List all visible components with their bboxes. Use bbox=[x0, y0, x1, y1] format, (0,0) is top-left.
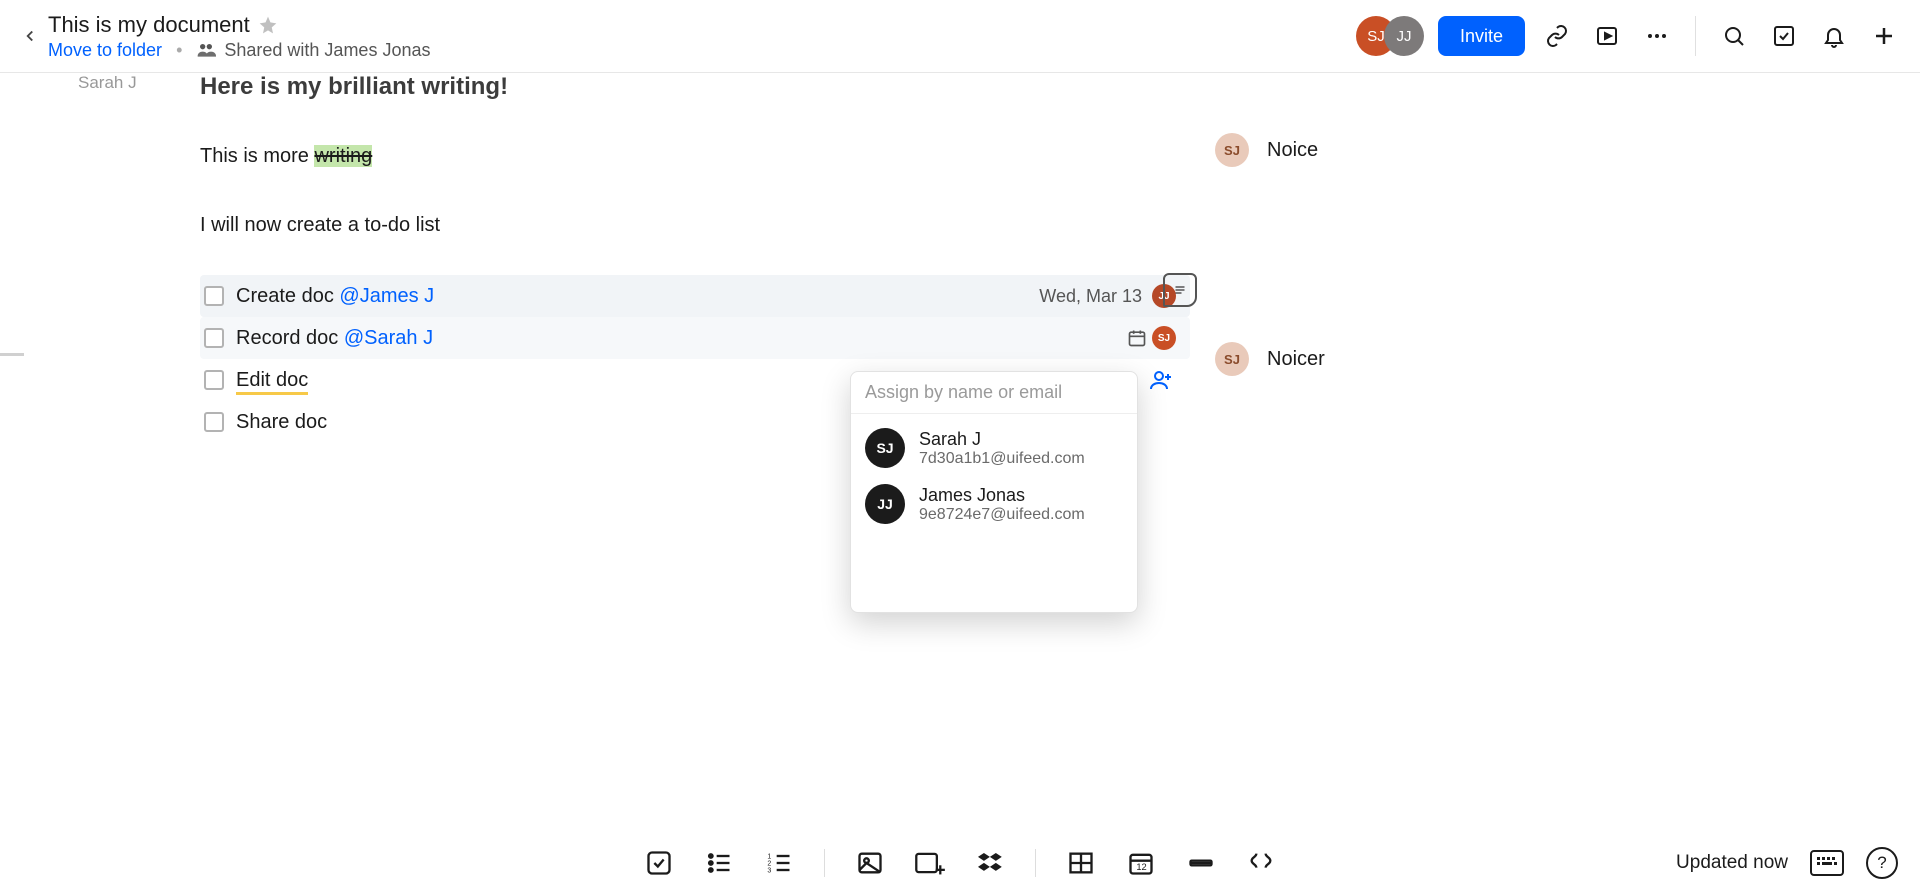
add-comment-icon[interactable] bbox=[1163, 273, 1197, 307]
checklist-icon[interactable] bbox=[642, 846, 676, 880]
assign-search[interactable] bbox=[851, 372, 1137, 414]
help-icon[interactable]: ? bbox=[1866, 847, 1898, 879]
insert-block-icon[interactable] bbox=[913, 846, 947, 880]
assign-person-icon[interactable] bbox=[1146, 365, 1176, 395]
avatar[interactable]: JJ bbox=[1384, 16, 1424, 56]
content-heading[interactable]: Here is my brilliant writing! bbox=[200, 73, 1190, 101]
footer-right: Updated now ? bbox=[1676, 847, 1898, 879]
assignee-avatar[interactable]: SJ bbox=[1152, 326, 1176, 350]
left-rail: Sarah J bbox=[0, 73, 180, 93]
header-actions: SJ JJ Invite bbox=[1356, 16, 1902, 56]
section-marker bbox=[0, 353, 24, 356]
svg-text:3: 3 bbox=[767, 867, 771, 874]
comment[interactable]: SJ Noicer bbox=[1215, 342, 1325, 376]
checkbox[interactable] bbox=[204, 370, 224, 390]
suggestion-avatar: SJ bbox=[865, 428, 905, 468]
todo-text[interactable]: Share doc bbox=[236, 411, 327, 434]
checkbox[interactable] bbox=[204, 412, 224, 432]
paragraph[interactable]: This is more writing bbox=[200, 145, 1190, 168]
mention-link[interactable]: @James J bbox=[339, 285, 434, 307]
todo-item[interactable]: Record doc @Sarah J SJ bbox=[200, 317, 1190, 359]
assign-suggestion[interactable]: JJ James Jonas 9e8724e7@uifeed.com bbox=[851, 476, 1137, 532]
comment-text: Noice bbox=[1267, 139, 1318, 162]
copy-link-icon[interactable] bbox=[1539, 18, 1575, 54]
presence-avatars[interactable]: SJ JJ bbox=[1356, 16, 1424, 56]
mention-link[interactable]: @Sarah J bbox=[344, 327, 433, 349]
checkbox[interactable] bbox=[204, 328, 224, 348]
assign-suggestions: SJ Sarah J 7d30a1b1@uifeed.com JJ James … bbox=[851, 414, 1137, 612]
header: This is my document Move to folder • Sha… bbox=[0, 0, 1920, 73]
checkbox[interactable] bbox=[204, 286, 224, 306]
shared-with-label[interactable]: Shared with James Jonas bbox=[196, 40, 430, 61]
toolbar-separator bbox=[1035, 849, 1036, 877]
title-block: This is my document Move to folder • Sha… bbox=[48, 12, 430, 61]
numbered-list-icon[interactable]: 123 bbox=[762, 846, 796, 880]
body: Sarah J Here is my brilliant writing! Th… bbox=[0, 73, 1920, 896]
table-icon[interactable] bbox=[1064, 846, 1098, 880]
highlighted-strikethrough-text[interactable]: writing bbox=[314, 145, 372, 167]
comment-text: Noicer bbox=[1267, 348, 1325, 371]
comment[interactable]: SJ Noice bbox=[1215, 133, 1325, 167]
svg-text:1: 1 bbox=[767, 853, 771, 860]
suggestion-avatar: JJ bbox=[865, 484, 905, 524]
present-icon[interactable] bbox=[1589, 18, 1625, 54]
todo-item[interactable]: Create doc @James J Wed, Mar 13 JJ bbox=[200, 275, 1190, 317]
assign-popover: SJ Sarah J 7d30a1b1@uifeed.com JJ James … bbox=[850, 371, 1138, 613]
comment-avatar: SJ bbox=[1215, 133, 1249, 167]
svg-text:12: 12 bbox=[1136, 862, 1146, 872]
bullet-list-icon[interactable] bbox=[702, 846, 736, 880]
suggestion-name: James Jonas bbox=[919, 485, 1085, 506]
paragraph[interactable]: I will now create a to-do list bbox=[200, 214, 1190, 237]
divider-icon[interactable] bbox=[1184, 846, 1218, 880]
more-icon[interactable] bbox=[1639, 18, 1675, 54]
invite-button[interactable]: Invite bbox=[1438, 16, 1525, 56]
due-date[interactable]: Wed, Mar 13 bbox=[1039, 286, 1142, 307]
move-to-folder-link[interactable]: Move to folder bbox=[48, 40, 162, 61]
suggestion-email: 7d30a1b1@uifeed.com bbox=[919, 450, 1085, 468]
updated-status: Updated now bbox=[1676, 852, 1788, 874]
back-button[interactable] bbox=[18, 24, 42, 48]
code-block-icon[interactable] bbox=[1244, 846, 1278, 880]
suggestion-name: Sarah J bbox=[919, 429, 1085, 450]
star-icon[interactable] bbox=[258, 15, 278, 35]
paragraph-text: This is more bbox=[200, 145, 314, 167]
toolbar-separator bbox=[824, 849, 825, 877]
todo-text[interactable]: Create doc @James J bbox=[236, 285, 434, 308]
calendar-icon[interactable] bbox=[1122, 323, 1152, 353]
todo-text[interactable]: Edit doc bbox=[236, 369, 308, 392]
keyboard-shortcuts-icon[interactable] bbox=[1810, 850, 1844, 876]
assign-suggestion[interactable]: SJ Sarah J 7d30a1b1@uifeed.com bbox=[851, 420, 1137, 476]
comments-panel: SJ Noice SJ Noicer bbox=[1215, 133, 1325, 551]
people-icon bbox=[196, 40, 216, 60]
suggestion-email: 9e8724e7@uifeed.com bbox=[919, 506, 1085, 524]
image-icon[interactable] bbox=[853, 846, 887, 880]
calendar-insert-icon[interactable]: 12 bbox=[1124, 846, 1158, 880]
comment-avatar: SJ bbox=[1215, 342, 1249, 376]
create-icon[interactable] bbox=[1866, 18, 1902, 54]
vertical-separator bbox=[1695, 16, 1696, 56]
search-icon[interactable] bbox=[1716, 18, 1752, 54]
bottom-toolbar: 123 12 Updated now ? bbox=[0, 830, 1920, 896]
insert-toolbar: 123 12 bbox=[642, 846, 1278, 880]
dropbox-icon[interactable] bbox=[973, 846, 1007, 880]
separator-dot: • bbox=[176, 40, 182, 61]
svg-text:2: 2 bbox=[767, 860, 771, 867]
notifications-icon[interactable] bbox=[1816, 18, 1852, 54]
todo-text[interactable]: Record doc @Sarah J bbox=[236, 327, 433, 350]
tasks-icon[interactable] bbox=[1766, 18, 1802, 54]
assign-search-input[interactable] bbox=[865, 382, 1123, 403]
document-title[interactable]: This is my document bbox=[48, 12, 250, 38]
author-name: Sarah J bbox=[0, 73, 180, 93]
shared-with-text: Shared with James Jonas bbox=[224, 40, 430, 61]
